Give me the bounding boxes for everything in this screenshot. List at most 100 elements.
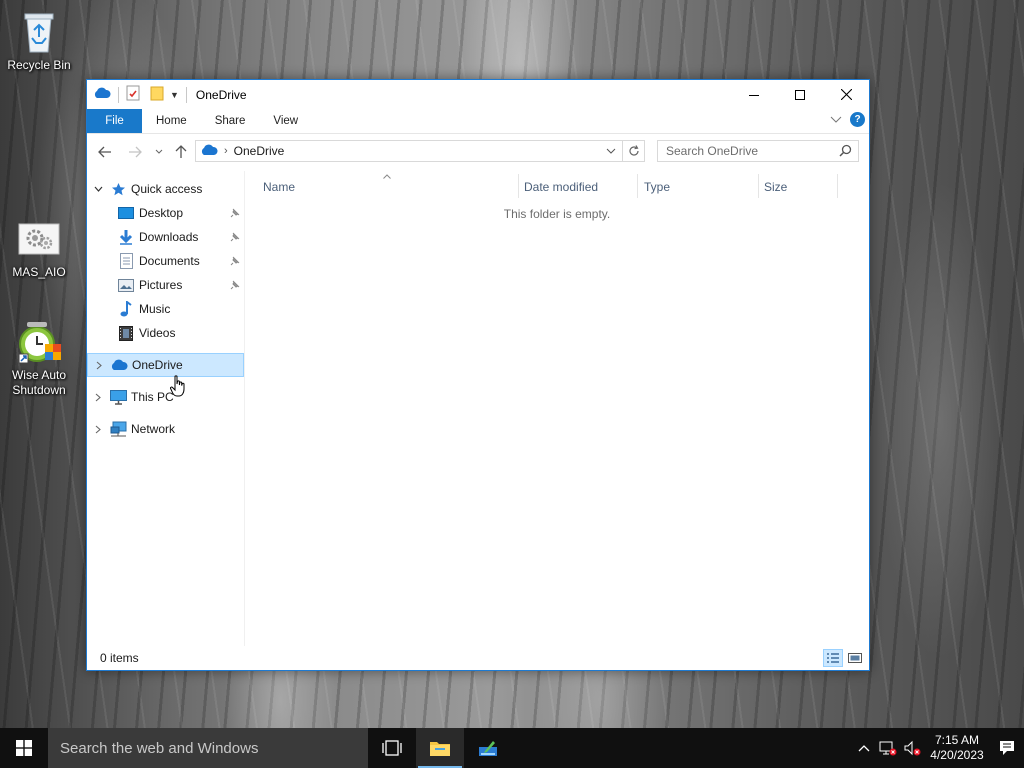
expand-chevron-icon[interactable] bbox=[88, 361, 110, 370]
pin-icon[interactable] bbox=[230, 231, 240, 245]
column-header-name[interactable]: Name bbox=[263, 177, 295, 197]
column-divider[interactable] bbox=[837, 174, 838, 198]
nav-item-label: Videos bbox=[139, 326, 176, 340]
taskbar-clock[interactable]: 7:15 AM 4/20/2023 bbox=[924, 733, 990, 763]
tab-home[interactable]: Home bbox=[142, 109, 201, 133]
divider bbox=[185, 86, 187, 103]
desktop-icon-mas-aio[interactable]: MAS_AIO bbox=[1, 220, 77, 280]
expand-chevron-icon[interactable] bbox=[87, 425, 109, 434]
show-hidden-icons-chevron-icon[interactable] bbox=[852, 728, 876, 768]
nav-item-label: Network bbox=[131, 422, 176, 436]
large-icons-view-icon[interactable] bbox=[845, 649, 865, 667]
properties-icon[interactable] bbox=[126, 85, 140, 104]
sort-ascending-caret-icon bbox=[383, 171, 391, 181]
nav-item-documents[interactable]: Documents bbox=[87, 249, 244, 273]
recent-locations-chevron-icon[interactable] bbox=[147, 140, 171, 164]
nav-item-label: OneDrive bbox=[132, 358, 183, 372]
taskbar-app-button[interactable] bbox=[464, 728, 512, 768]
folder-icon bbox=[430, 742, 450, 756]
column-divider[interactable] bbox=[518, 174, 519, 198]
minimize-button[interactable] bbox=[731, 80, 777, 109]
nav-item-label: Desktop bbox=[139, 206, 184, 220]
file-list-pane: Name Date modified Type Size This folder… bbox=[245, 171, 869, 646]
nav-item-downloads[interactable]: Downloads bbox=[87, 225, 244, 249]
close-button[interactable] bbox=[823, 80, 869, 109]
nav-item-videos[interactable]: Videos bbox=[87, 321, 244, 345]
tab-view[interactable]: View bbox=[259, 109, 312, 133]
nav-item-label: Downloads bbox=[139, 230, 199, 244]
notification-icon bbox=[1000, 741, 1014, 755]
nav-item-music[interactable]: Music bbox=[87, 297, 244, 321]
expand-chevron-icon[interactable] bbox=[87, 393, 109, 402]
column-header-type[interactable]: Type bbox=[644, 177, 670, 197]
new-folder-icon[interactable] bbox=[150, 85, 164, 104]
desktop-icon-wise-auto-shutdown[interactable]: Wise Auto Shutdown bbox=[1, 318, 77, 398]
address-dropdown-chevron-icon[interactable] bbox=[600, 141, 622, 161]
breadcrumb-item-onedrive[interactable]: OneDrive bbox=[234, 144, 285, 158]
customize-qat-dropdown-icon[interactable]: ▼ bbox=[170, 90, 179, 100]
forward-button[interactable] bbox=[123, 140, 147, 164]
back-button[interactable] bbox=[93, 140, 117, 164]
nav-item-this-pc[interactable]: This PC bbox=[87, 385, 244, 409]
nav-item-onedrive[interactable]: OneDrive bbox=[87, 353, 244, 377]
pictures-icon bbox=[117, 277, 135, 293]
column-divider[interactable] bbox=[637, 174, 638, 198]
title-bar[interactable]: ▼ OneDrive bbox=[87, 80, 869, 109]
taskbar-search-box[interactable]: Search the web and Windows bbox=[48, 728, 368, 768]
tab-share[interactable]: Share bbox=[201, 109, 260, 133]
column-header-size[interactable]: Size bbox=[764, 177, 787, 197]
column-header-date-modified[interactable]: Date modified bbox=[524, 177, 598, 197]
pin-icon[interactable] bbox=[230, 279, 240, 293]
task-view-icon bbox=[382, 740, 402, 756]
search-box[interactable] bbox=[657, 140, 859, 162]
item-count: 0 items bbox=[100, 651, 139, 665]
nav-item-quick-access[interactable]: Quick access bbox=[87, 177, 244, 201]
column-divider[interactable] bbox=[758, 174, 759, 198]
documents-icon bbox=[117, 253, 135, 269]
pen-on-tray-icon bbox=[479, 741, 497, 756]
nav-item-network[interactable]: Network bbox=[87, 417, 244, 441]
empty-folder-message: This folder is empty. bbox=[503, 207, 611, 221]
taskbar-search-placeholder: Search the web and Windows bbox=[60, 739, 259, 757]
music-note-icon bbox=[117, 301, 135, 317]
details-view-icon[interactable] bbox=[823, 649, 843, 667]
windows-logo-icon bbox=[16, 740, 32, 756]
nav-item-pictures[interactable]: Pictures bbox=[87, 273, 244, 297]
collapse-chevron-icon[interactable] bbox=[87, 186, 109, 192]
hand-pointer-cursor-icon bbox=[170, 375, 186, 400]
start-button[interactable] bbox=[0, 728, 48, 768]
taskbar-file-explorer-button[interactable] bbox=[416, 728, 464, 768]
star-icon bbox=[109, 181, 127, 197]
nav-item-desktop[interactable]: Desktop bbox=[87, 201, 244, 225]
expand-ribbon-chevron-icon[interactable] bbox=[830, 113, 842, 127]
file-explorer-window: ▼ OneDrive File Home Share View ? › OneD… bbox=[86, 79, 870, 671]
nav-item-label: Quick access bbox=[131, 182, 203, 196]
quick-access-toolbar: ▼ bbox=[87, 80, 190, 109]
desktop-icon-label: MAS_AIO bbox=[12, 265, 66, 279]
pin-icon[interactable] bbox=[230, 255, 240, 269]
onedrive-cloud-icon bbox=[110, 357, 128, 373]
breadcrumb-separator-icon[interactable]: › bbox=[224, 145, 228, 157]
search-icon[interactable] bbox=[839, 144, 852, 160]
maximize-button[interactable] bbox=[777, 80, 823, 109]
column-headers: Name Date modified Type Size bbox=[245, 171, 869, 199]
divider bbox=[118, 86, 119, 103]
refresh-button[interactable] bbox=[622, 141, 644, 161]
address-bar[interactable]: › OneDrive bbox=[195, 140, 645, 162]
desktop-icon-recycle-bin[interactable]: Recycle Bin bbox=[1, 8, 77, 73]
search-input[interactable] bbox=[666, 144, 836, 158]
desktop-icon-label: Recycle Bin bbox=[7, 58, 71, 72]
action-center-button[interactable] bbox=[990, 728, 1024, 768]
volume-muted-icon[interactable] bbox=[900, 728, 924, 768]
window-title: OneDrive bbox=[195, 87, 247, 102]
task-view-button[interactable] bbox=[368, 728, 416, 768]
up-button[interactable] bbox=[169, 140, 193, 164]
computer-monitor-icon bbox=[109, 389, 127, 405]
tab-file[interactable]: File bbox=[87, 109, 142, 133]
network-disconnected-icon[interactable] bbox=[876, 728, 900, 768]
address-bar-controls bbox=[600, 141, 644, 161]
help-button[interactable]: ? bbox=[850, 112, 865, 127]
status-bar: 0 items bbox=[87, 646, 869, 670]
settings-gears-icon bbox=[15, 220, 63, 258]
pin-icon[interactable] bbox=[230, 207, 240, 221]
